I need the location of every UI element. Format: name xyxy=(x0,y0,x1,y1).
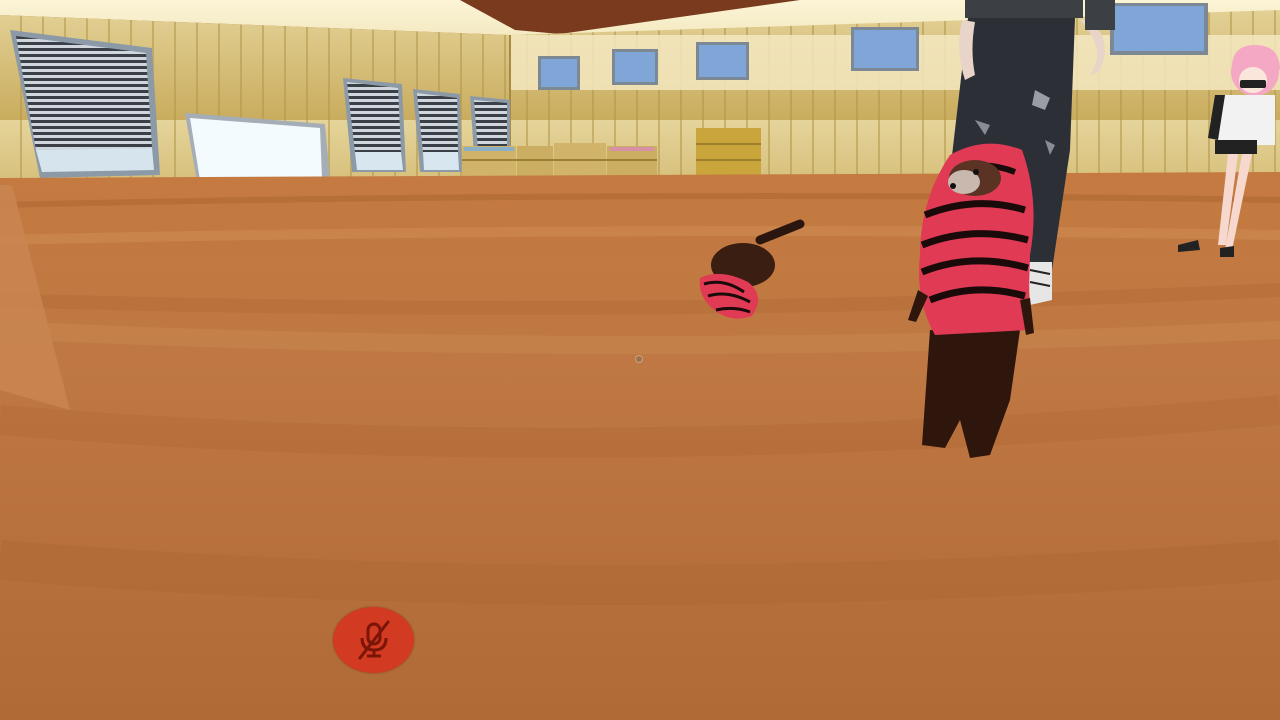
game-viewport[interactable] xyxy=(0,0,1280,720)
wooden-floor[interactable] xyxy=(0,172,1280,720)
crosshair-dot xyxy=(635,355,643,363)
microphone-muted-icon xyxy=(358,620,389,660)
mic-toggle-button[interactable] xyxy=(333,607,414,673)
